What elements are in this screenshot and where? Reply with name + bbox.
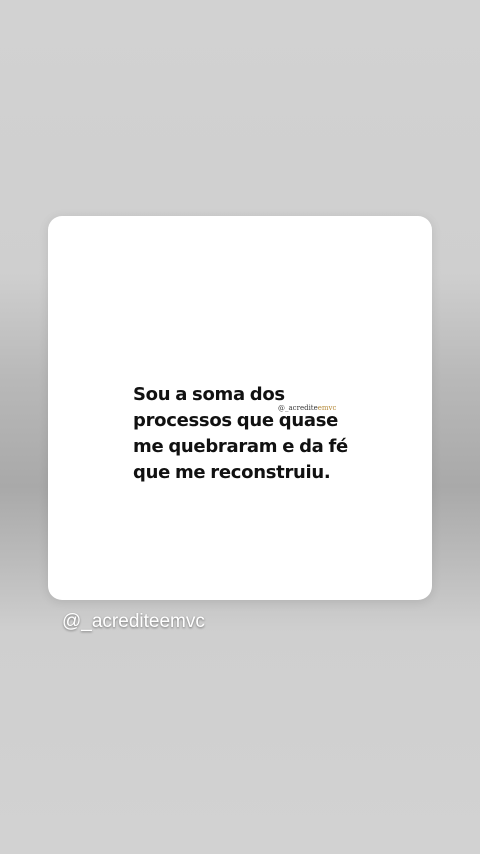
quote-text: Sou a soma dos processos que quase me qu… [133,382,383,486]
quote-line-2: processos que quase [133,410,339,431]
username-caption[interactable]: @_acrediteemvc [62,611,205,633]
quote-line-4: que me reconstruiu. [133,462,331,483]
quote-line-1: Sou a soma dos [133,384,285,405]
watermark-prefix: @_acredite [278,404,318,412]
story-card: Sou a soma dos processos que quase me qu… [48,216,432,600]
quote-line-3: me quebraram e da fé [133,436,348,457]
watermark-accent: emvc [317,404,337,412]
watermark: @_acrediteemvc [278,404,336,412]
